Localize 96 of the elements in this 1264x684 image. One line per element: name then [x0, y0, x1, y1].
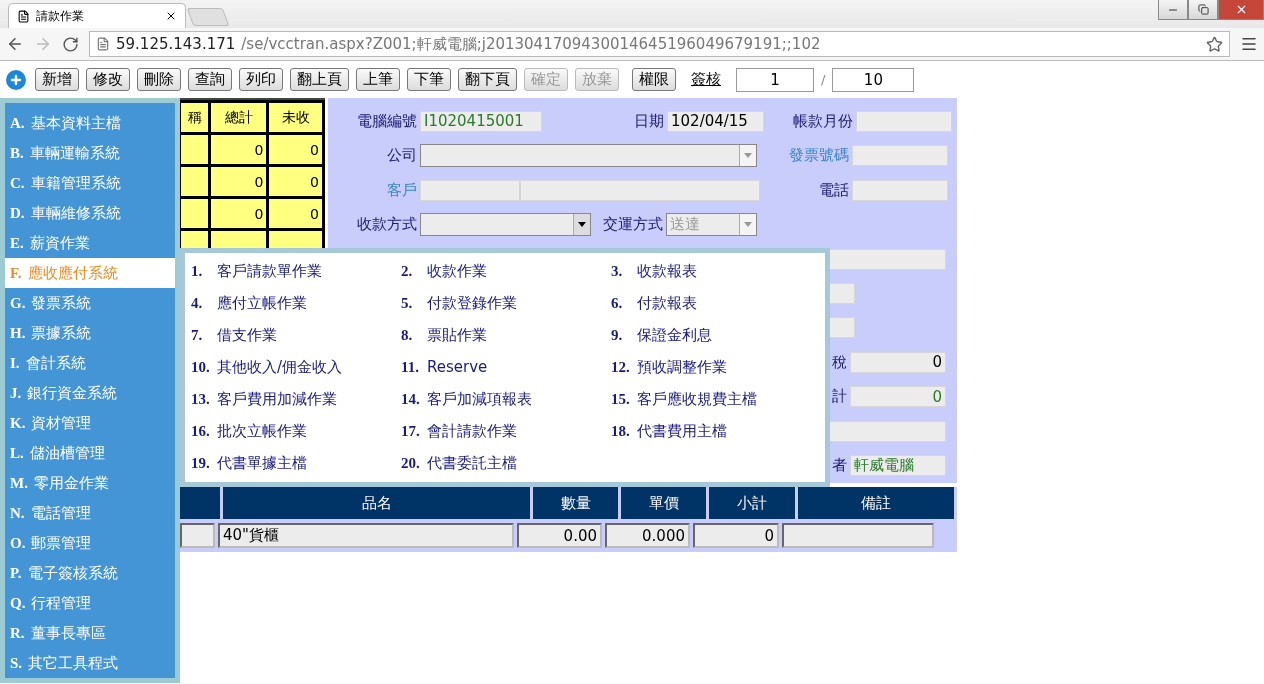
text-field[interactable]: 102/04/15 [667, 110, 764, 132]
company-select[interactable] [420, 144, 757, 168]
submenu-item[interactable]: 13. 客戶費用加減作業 [191, 383, 401, 415]
toolbar-button[interactable]: 權限 [632, 68, 676, 91]
restore-icon [1197, 4, 1209, 15]
close-icon[interactable] [165, 10, 177, 22]
caret-icon [578, 222, 586, 228]
table-cell: 0 [267, 165, 324, 198]
menu-icon[interactable] [1240, 35, 1258, 53]
caret-icon [744, 153, 752, 159]
table-cell: 0 [267, 133, 324, 166]
field-label: 計 [831, 387, 848, 407]
customer-code-field[interactable] [420, 179, 520, 201]
submenu-item[interactable]: 7. 借支作業 [191, 319, 401, 351]
forward-icon[interactable] [34, 35, 52, 53]
submenu-item[interactable]: 8. 票貼作業 [401, 319, 611, 351]
bookmark-star-icon[interactable] [1206, 35, 1223, 53]
page-icon [96, 37, 110, 51]
toolbar-button[interactable]: 翻上頁 [290, 68, 349, 91]
customer-name-field[interactable] [520, 179, 760, 201]
text-field[interactable] [828, 420, 946, 442]
page-total-field[interactable]: 10 [832, 67, 915, 92]
text-field[interactable] [852, 145, 948, 167]
text-field[interactable]: I1020415001 [420, 110, 542, 132]
submenu-item[interactable]: 20. 代書委託主檔 [401, 447, 611, 479]
close-window-button[interactable] [1218, 0, 1264, 20]
submenu-item[interactable]: 11. Reserve [401, 351, 611, 383]
submenu-item[interactable]: 16. 批次立帳作業 [191, 415, 401, 447]
sign-off-link[interactable]: 簽核 [691, 70, 721, 89]
submenu-item[interactable]: 18. 代書費用主檔 [611, 415, 821, 447]
url-path: /se/vcctran.aspx?Z001;軒威電腦;j2013041709430014645196049679191;;102 [241, 34, 822, 54]
submenu-item[interactable]: 3. 收款報表 [611, 255, 821, 287]
toolbar-button[interactable]: 修改 [86, 68, 130, 91]
restore-button[interactable] [1188, 0, 1218, 20]
column-header: 稱 [179, 101, 210, 134]
quantity-field[interactable]: 0.00 [517, 523, 602, 548]
table-cell: 0 [209, 165, 268, 198]
field-label: 公司 [386, 146, 418, 166]
minimize-button[interactable] [1158, 0, 1188, 20]
submenu-item[interactable]: 14. 客戶加減項報表 [401, 383, 611, 415]
toolbar-button[interactable]: 下筆 [407, 68, 451, 91]
toolbar-button[interactable]: 列印 [239, 68, 283, 91]
add-icon[interactable] [6, 69, 26, 90]
field-label: 電話 [818, 180, 850, 200]
field-label: 發票號碼 [788, 146, 850, 166]
page-field[interactable]: 1 [736, 67, 814, 92]
browser-tab[interactable]: 請款作業 [8, 3, 186, 28]
submenu-item[interactable]: 17. 會計請款作業 [401, 415, 611, 447]
text-field[interactable]: 軒威電腦 [850, 455, 946, 477]
page-icon [17, 9, 30, 23]
price-field[interactable]: 0.000 [605, 523, 690, 548]
submenu-item[interactable]: 19. 代書單據主檔 [191, 447, 401, 479]
submenu-item[interactable]: 15. 客戶應收規費主檔 [611, 383, 821, 415]
table-cell: 0 [209, 133, 268, 166]
toolbar-button[interactable]: 翻下頁 [458, 68, 517, 91]
submenu-item[interactable]: 10. 其他收入/佣金收入 [191, 351, 401, 383]
field-label: 日期 [633, 111, 665, 131]
submenu-item[interactable]: 2. 收款作業 [401, 255, 611, 287]
back-icon[interactable] [6, 35, 24, 53]
field-label: 電腦編號 [356, 111, 418, 131]
submenu-item[interactable]: 12. 預收調整作業 [611, 351, 821, 383]
text-field[interactable] [856, 110, 952, 132]
subtotal-field[interactable]: 0 [693, 523, 779, 548]
field-label: 帳款月份 [792, 111, 854, 131]
toolbar-button[interactable]: 新增 [35, 68, 79, 91]
field-label: 客戶 [386, 180, 418, 200]
note-field[interactable] [782, 523, 934, 548]
url-host: 59.125.143.171 [116, 35, 236, 53]
toolbar-button[interactable]: 刪除 [137, 68, 181, 91]
submenu-item[interactable]: 1. 客戶請款單作業 [191, 255, 401, 287]
submenu-item[interactable]: 9. 保證金利息 [611, 319, 821, 351]
column-header: 總計 [209, 101, 268, 134]
field-label: 收款方式 [356, 215, 418, 235]
toolbar-button[interactable]: 查詢 [188, 68, 232, 91]
payment-method-select[interactable] [420, 213, 591, 237]
submenu-item[interactable]: 6. 付款報表 [611, 287, 821, 319]
text-field[interactable] [852, 179, 948, 201]
new-tab-button[interactable] [186, 8, 230, 26]
field-label: 稅 [831, 352, 848, 372]
submenu-item[interactable]: 5. 付款登錄作業 [401, 287, 611, 319]
page-separator: / [821, 72, 826, 87]
text-field[interactable]: 0 [850, 351, 946, 373]
caret-icon [744, 222, 752, 228]
table-cell [180, 523, 215, 548]
item-name-field[interactable]: 40"貨櫃 [218, 523, 514, 548]
submenu-item[interactable]: 4. 應付立帳作業 [191, 287, 401, 319]
table-cell: 0 [267, 197, 324, 230]
reload-icon[interactable] [62, 35, 79, 53]
address-bar[interactable]: 59.125.143.171 /se/vcctran.aspx?Z001;軒威電腦;j2013041709430014645196049679191;;102 [89, 31, 1230, 57]
table-cell: 0 [209, 197, 268, 230]
column-header: 未收 [267, 101, 324, 134]
field-label: 交運方式 [602, 215, 664, 235]
field-label: 者 [831, 456, 848, 476]
text-field[interactable]: 0 [850, 386, 946, 408]
toolbar-button[interactable]: 上筆 [356, 68, 400, 91]
text-field[interactable] [828, 248, 946, 270]
